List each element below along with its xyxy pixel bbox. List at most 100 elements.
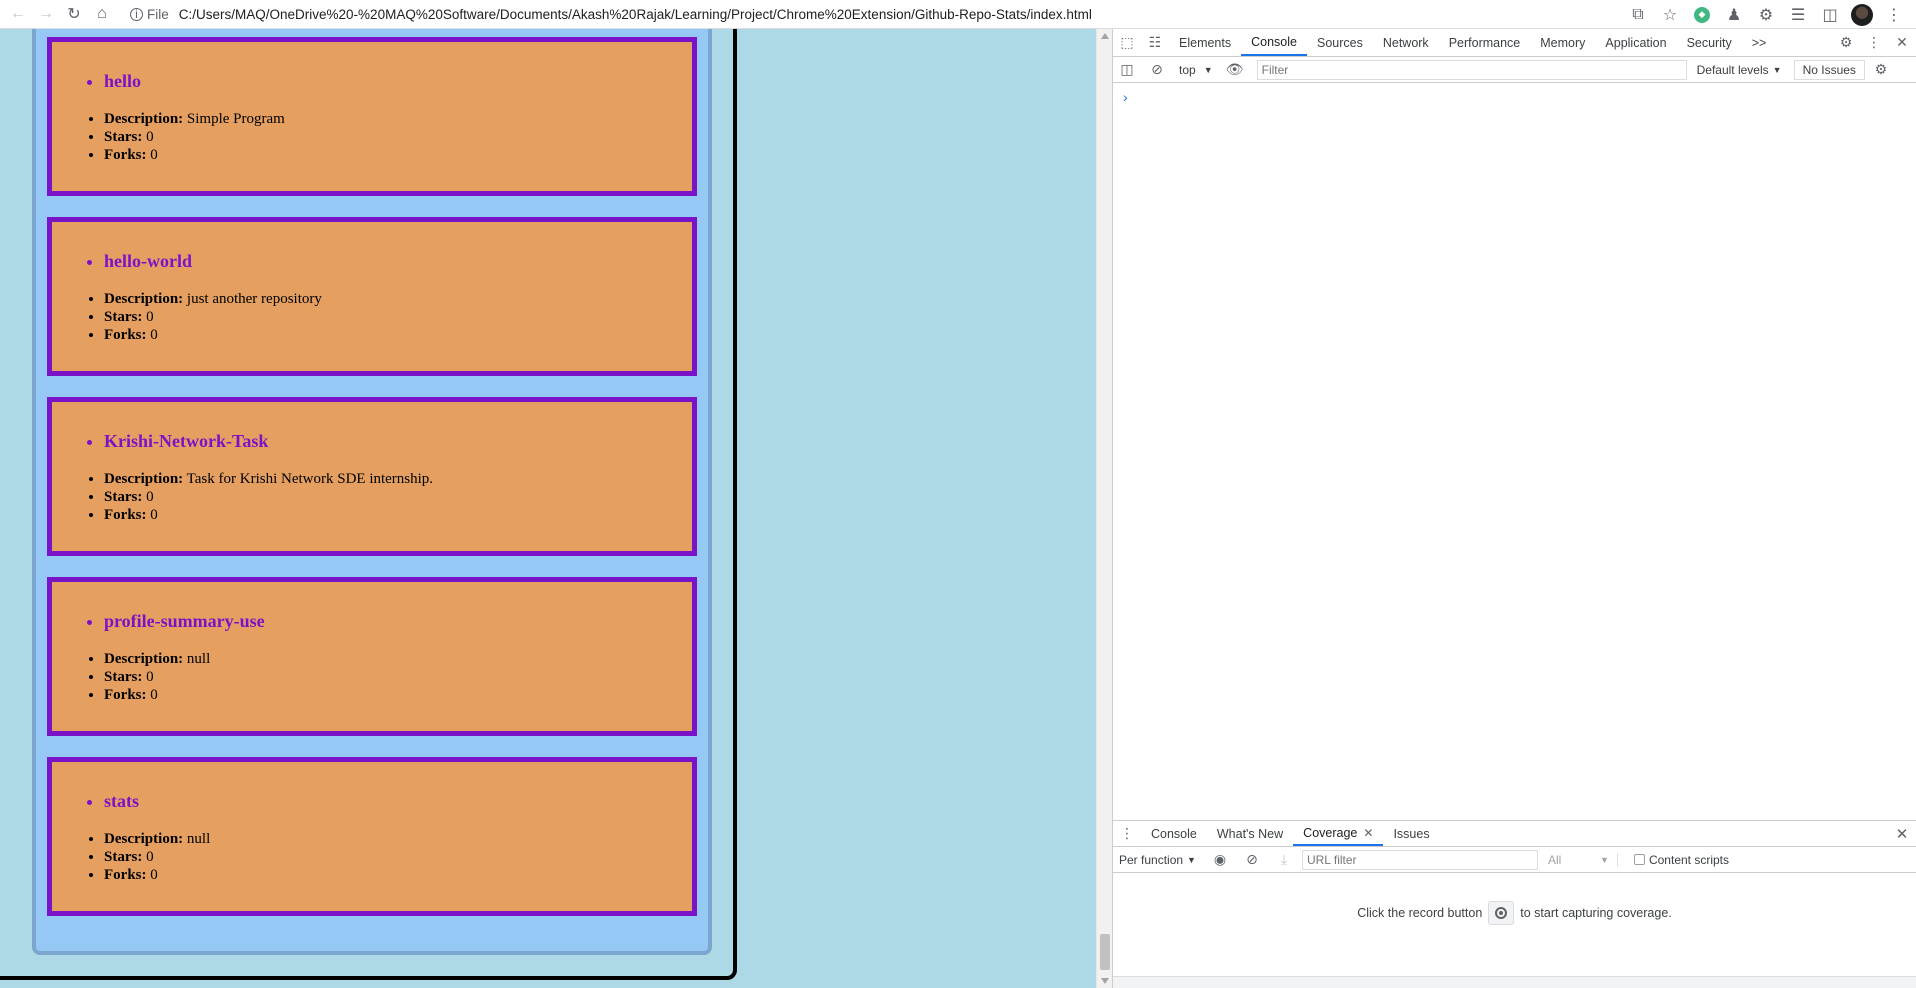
home-icon[interactable]: ⌂	[88, 0, 116, 28]
caret-down-icon: ▼	[1203, 64, 1213, 75]
repo-description: Description: Task for Krishi Network SDE…	[104, 470, 692, 488]
repo-name[interactable]: hello	[104, 70, 692, 92]
record-icon[interactable]: ◉	[1206, 851, 1234, 868]
repo-name[interactable]: Krishi-Network-Task	[104, 430, 692, 452]
repo-card: profile-summary-use Description: null St…	[47, 577, 697, 736]
share-icon[interactable]: ⧉	[1624, 1, 1652, 29]
page-viewport: hello Description: Simple Program Stars:…	[0, 29, 1096, 988]
type-filter-select[interactable]: All ▼	[1548, 852, 1618, 867]
console-settings-gear-icon[interactable]: ⚙	[1867, 61, 1895, 78]
close-devtools-icon[interactable]: ✕	[1888, 29, 1916, 56]
caret-down-icon: ▼	[1187, 854, 1196, 865]
drawer-tab-bar: ⋮ Console What's New Coverage ✕ Issues ✕	[1113, 821, 1916, 847]
content-scripts-label: Content scripts	[1648, 852, 1730, 867]
tab-application[interactable]: Application	[1595, 29, 1676, 56]
url-text[interactable]: C:/Users/MAQ/OneDrive%20-%20MAQ%20Softwa…	[179, 7, 1092, 22]
tab-elements[interactable]: Elements	[1169, 29, 1241, 56]
repo-forks: Forks: 0	[104, 326, 692, 344]
per-function-select[interactable]: Per function ▼	[1119, 853, 1196, 867]
live-expression-eye-icon[interactable]: 👁	[1221, 61, 1249, 78]
drawer-tab-whats-new[interactable]: What's New	[1207, 821, 1293, 846]
profile-avatar[interactable]	[1848, 1, 1876, 29]
repo-description: Description: null	[104, 830, 692, 848]
more-vert-icon[interactable]: ⋮	[1860, 29, 1888, 56]
more-tabs-button[interactable]: >>	[1742, 29, 1777, 56]
repo-card: hello-world Description: just another re…	[47, 217, 697, 376]
devtools-drawer: ⋮ Console What's New Coverage ✕ Issues ✕…	[1113, 820, 1916, 988]
extension-vue-icon[interactable]: ◆	[1688, 1, 1716, 29]
repo-description: Description: Simple Program	[104, 110, 692, 128]
content-scripts-checkbox[interactable]	[1633, 854, 1645, 865]
device-toolbar-icon[interactable]: ☷	[1141, 29, 1169, 56]
forward-arrow-icon[interactable]: →	[32, 0, 60, 28]
repo-stars: Stars: 0	[104, 488, 692, 506]
repo-stars: Stars: 0	[104, 308, 692, 326]
start-recording-button[interactable]	[1488, 901, 1515, 925]
browser-toolbar: ← → ↻ ⌂ i File C:/Users/MAQ/OneDrive%20-…	[0, 0, 1916, 29]
context-select[interactable]: top ▼	[1179, 63, 1213, 77]
repo-card: hello Description: Simple Program Stars:…	[47, 37, 697, 196]
clear-icon[interactable]: ⊘	[1238, 851, 1266, 868]
drawer-tab-console[interactable]: Console	[1141, 821, 1207, 846]
caret-down-icon: ▼	[1772, 64, 1782, 75]
repo-forks: Forks: 0	[104, 146, 692, 164]
coverage-toolbar: Per function ▼ ◉ ⊘ ⤓ All ▼ Content scrip…	[1113, 847, 1916, 873]
repo-forks: Forks: 0	[104, 686, 692, 704]
repo-name[interactable]: profile-summary-use	[104, 610, 692, 632]
repo-forks: Forks: 0	[104, 866, 692, 884]
bookmark-star-icon[interactable]: ☆	[1656, 1, 1684, 29]
repo-description: Description: null	[104, 650, 692, 668]
back-arrow-icon[interactable]: ←	[4, 0, 32, 28]
tab-memory[interactable]: Memory	[1530, 29, 1595, 56]
tab-sources[interactable]: Sources	[1307, 29, 1373, 56]
tab-console[interactable]: Console	[1241, 29, 1307, 56]
console-output[interactable]: ›	[1113, 85, 1916, 820]
page-scrollbar[interactable]	[1096, 29, 1112, 988]
console-toolbar: ◫ ⊘ top ▼ 👁 Default levels ▼ No Issues ⚙	[1113, 57, 1916, 83]
repo-stars: Stars: 0	[104, 668, 692, 686]
repo-forks: Forks: 0	[104, 506, 692, 524]
coverage-empty-message: Click the record button to start capturi…	[1113, 901, 1916, 925]
record-icon	[1495, 907, 1508, 919]
settings-gear-icon[interactable]: ⚙	[1832, 29, 1860, 56]
repo-name[interactable]: hello-world	[104, 250, 692, 272]
reload-icon[interactable]: ↻	[60, 0, 88, 28]
tab-performance[interactable]: Performance	[1439, 29, 1531, 56]
more-vert-icon[interactable]: ⋮	[1880, 1, 1908, 29]
inspect-element-icon[interactable]: ⬚	[1113, 29, 1141, 56]
info-icon[interactable]: i	[130, 7, 143, 21]
extension-detective-icon[interactable]: ♟	[1720, 1, 1748, 29]
console-prompt-icon[interactable]: ›	[1123, 89, 1128, 105]
side-panel-icon[interactable]: ◫	[1816, 1, 1844, 29]
repo-stars: Stars: 0	[104, 848, 692, 866]
tab-network[interactable]: Network	[1373, 29, 1439, 56]
context-value: top	[1179, 62, 1196, 77]
caret-down-icon: ▼	[1600, 854, 1609, 865]
clear-console-icon[interactable]: ⊘	[1143, 61, 1171, 78]
sidebar-toggle-icon[interactable]: ◫	[1113, 61, 1141, 78]
scroll-thumb[interactable]	[1100, 934, 1110, 970]
scheme-label: File	[147, 6, 169, 22]
repo-name[interactable]: stats	[104, 790, 692, 812]
close-tab-icon[interactable]: ✕	[1363, 826, 1373, 840]
media-queue-icon[interactable]: ☰	[1784, 1, 1812, 29]
drawer-menu-icon[interactable]: ⋮	[1113, 821, 1141, 846]
repo-card: Krishi-Network-Task Description: Task fo…	[47, 397, 697, 556]
export-download-icon[interactable]: ⤓	[1270, 851, 1298, 868]
drawer-tab-issues[interactable]: Issues	[1383, 821, 1439, 846]
scroll-up-arrow-icon[interactable]	[1101, 33, 1109, 39]
log-levels-select[interactable]: Default levels ▼	[1697, 63, 1782, 77]
scroll-down-arrow-icon[interactable]	[1101, 978, 1109, 984]
url-filter-input[interactable]	[1301, 849, 1538, 870]
issues-button[interactable]: No Issues	[1793, 59, 1865, 80]
close-drawer-icon[interactable]: ✕	[1888, 821, 1916, 846]
repo-stars: Stars: 0	[104, 128, 692, 146]
console-filter-input[interactable]	[1256, 59, 1687, 80]
drawer-tab-coverage[interactable]: Coverage ✕	[1293, 821, 1384, 846]
devtools-bottom-bar	[1113, 976, 1916, 988]
tab-security[interactable]: Security	[1677, 29, 1742, 56]
repo-card: stats Description: null Stars: 0 Forks: …	[47, 757, 697, 916]
address-bar[interactable]: i File C:/Users/MAQ/OneDrive%20-%20MAQ%2…	[124, 2, 1092, 26]
extensions-puzzle-icon[interactable]: ⚙	[1752, 1, 1780, 29]
devtools-tab-bar: ⬚ ☷ Elements Console Sources Network Per…	[1113, 29, 1916, 57]
